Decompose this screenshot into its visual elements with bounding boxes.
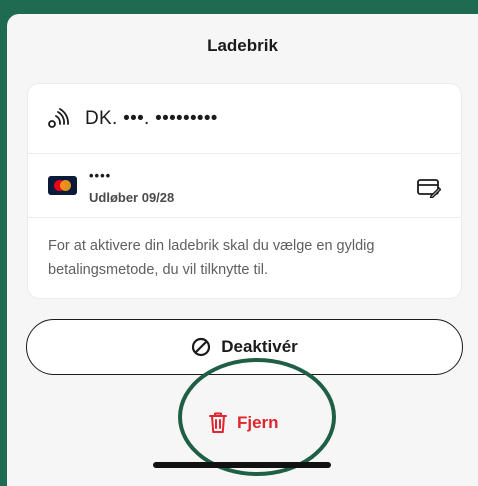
home-indicator — [153, 462, 331, 468]
charger-card: DK. •••. ••••••••• •••• Udløber 09/28 Fo… — [27, 83, 462, 299]
payment-method-row: •••• Udløber 09/28 — [28, 154, 461, 218]
charger-id-row: DK. •••. ••••••••• — [28, 84, 461, 154]
card-expiry: Udløber 09/28 — [89, 190, 175, 205]
charger-id-masked: •••. ••••••••• — [123, 108, 218, 129]
annotation-highlight-circle — [178, 358, 336, 476]
nfc-icon — [48, 108, 69, 128]
info-text: For at aktivere din ladebrik skal du væl… — [48, 238, 375, 278]
deactivate-label: Deaktivér — [221, 337, 298, 356]
edit-card-icon[interactable] — [417, 178, 441, 198]
ban-icon — [192, 337, 211, 357]
charger-id-prefix: DK. — [85, 108, 118, 129]
card-masked-number: •••• — [89, 168, 112, 183]
charger-id: DK. •••. ••••••••• — [85, 108, 218, 130]
mastercard-logo-icon — [48, 176, 77, 195]
sheet-title: Ladebrik — [207, 36, 278, 55]
